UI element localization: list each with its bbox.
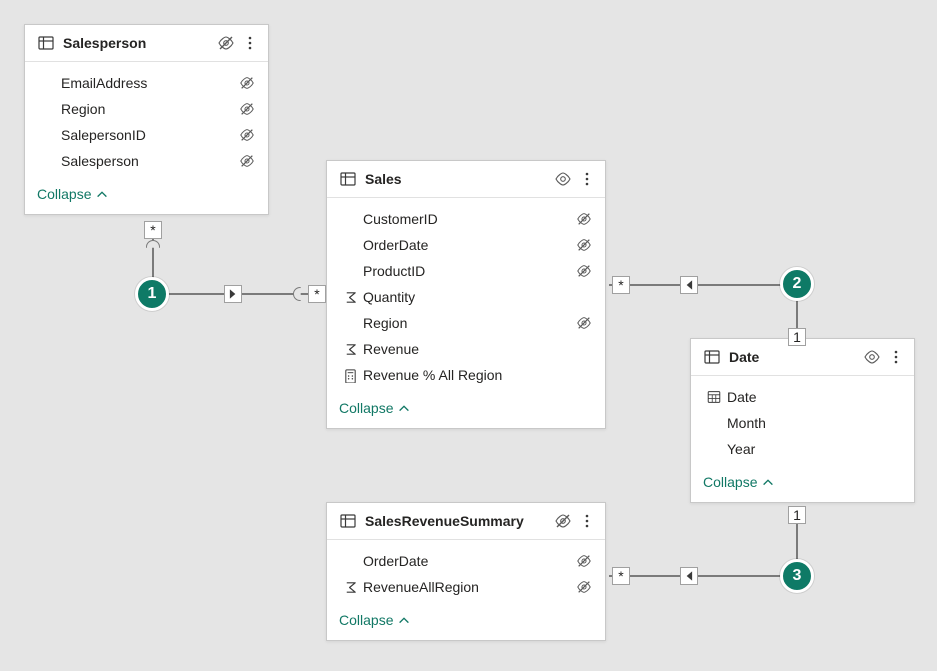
cardinality-one: 1 — [788, 506, 806, 524]
chevron-up-icon — [397, 613, 411, 627]
sigma-icon — [339, 580, 361, 595]
filter-direction-icon[interactable] — [680, 276, 698, 294]
field-name: Date — [725, 389, 882, 405]
field-name: OrderDate — [361, 553, 573, 569]
table-field[interactable]: OrderDate — [339, 548, 595, 574]
field-name: SalepersonID — [59, 127, 236, 143]
cardinality-star: * — [144, 221, 162, 239]
field-name: Revenue % All Region — [361, 367, 573, 383]
table-title: Sales — [365, 171, 547, 187]
rel-line[interactable] — [609, 284, 797, 286]
table-field[interactable]: OrderDate — [339, 232, 595, 258]
hidden-icon[interactable] — [236, 127, 258, 143]
table-field-list: OrderDate RevenueAllRegion — [327, 540, 605, 604]
hidden-icon[interactable] — [216, 33, 236, 53]
field-name: RevenueAllRegion — [361, 579, 573, 595]
hidden-icon[interactable] — [573, 263, 595, 279]
table-field[interactable]: RevenueAllRegion — [339, 574, 595, 600]
hidden-icon[interactable] — [236, 153, 258, 169]
table-field[interactable]: EmailAddress — [37, 70, 258, 96]
hidden-icon[interactable] — [573, 211, 595, 227]
table-icon — [37, 34, 55, 52]
hidden-icon[interactable] — [573, 237, 595, 253]
table-field[interactable]: Month — [703, 410, 904, 436]
field-name: Year — [725, 441, 882, 457]
hidden-icon[interactable] — [573, 315, 595, 331]
more-options-icon[interactable] — [579, 169, 595, 189]
collapse-button[interactable]: Collapse — [327, 604, 605, 640]
sigma-icon — [339, 342, 361, 357]
table-title: Salesperson — [63, 35, 210, 51]
date-hierarchy-icon — [703, 389, 725, 405]
table-icon — [703, 348, 721, 366]
field-name: CustomerID — [361, 211, 573, 227]
table-card-salesperson[interactable]: Salesperson EmailAddress Region Salepers… — [24, 24, 269, 215]
table-field[interactable]: Salesperson — [37, 148, 258, 174]
chevron-up-icon — [761, 475, 775, 489]
table-field[interactable]: Date — [703, 384, 904, 410]
chevron-up-icon — [397, 401, 411, 415]
table-field[interactable]: Region — [37, 96, 258, 122]
collapse-button[interactable]: Collapse — [691, 466, 914, 502]
table-header[interactable]: Salesperson — [25, 25, 268, 62]
table-field[interactable]: Region — [339, 310, 595, 336]
field-name: Quantity — [361, 289, 573, 305]
more-options-icon[interactable] — [888, 347, 904, 367]
more-options-icon[interactable] — [242, 33, 258, 53]
hidden-icon[interactable] — [236, 101, 258, 117]
hidden-icon[interactable] — [573, 553, 595, 569]
table-field[interactable]: ProductID — [339, 258, 595, 284]
table-title: Date — [729, 349, 856, 365]
field-name: OrderDate — [361, 237, 573, 253]
cardinality-one: 1 — [788, 328, 806, 346]
hidden-icon[interactable] — [553, 511, 573, 531]
cardinality-star: * — [612, 567, 630, 585]
table-card-date[interactable]: Date Date Month Year Collapse — [690, 338, 915, 503]
table-field[interactable]: Revenue % All Region — [339, 362, 595, 388]
filter-direction-icon[interactable] — [680, 567, 698, 585]
table-field[interactable]: Quantity — [339, 284, 595, 310]
sigma-icon — [339, 290, 361, 305]
table-header[interactable]: Sales — [327, 161, 605, 198]
field-name: Region — [361, 315, 573, 331]
table-field-list: EmailAddress Region SalepersonID Salespe… — [25, 62, 268, 178]
field-name: EmailAddress — [59, 75, 236, 91]
collapse-button[interactable]: Collapse — [327, 392, 605, 428]
table-field[interactable]: SalepersonID — [37, 122, 258, 148]
calculator-icon — [339, 368, 361, 383]
table-header[interactable]: SalesRevenueSummary — [327, 503, 605, 540]
chevron-up-icon — [95, 187, 109, 201]
table-field[interactable]: Revenue — [339, 336, 595, 362]
hidden-icon[interactable] — [573, 579, 595, 595]
table-title: SalesRevenueSummary — [365, 513, 547, 529]
cardinality-star: * — [612, 276, 630, 294]
annotation-badge-3: 3 — [780, 559, 814, 593]
field-name: Salesperson — [59, 153, 236, 169]
diagram-canvas[interactable]: * * * 1 * 1 Salesperson EmailAddress Reg… — [0, 0, 937, 671]
rel-line[interactable] — [609, 575, 797, 577]
table-card-salesrevenuesummary[interactable]: SalesRevenueSummary OrderDate RevenueAll… — [326, 502, 606, 641]
table-field[interactable]: CustomerID — [339, 206, 595, 232]
table-field-list: Date Month Year — [691, 376, 914, 466]
annotation-badge-2: 2 — [780, 267, 814, 301]
table-icon — [339, 170, 357, 188]
more-options-icon[interactable] — [579, 511, 595, 531]
table-field[interactable]: Year — [703, 436, 904, 462]
cardinality-star: * — [308, 285, 326, 303]
field-name: Region — [59, 101, 236, 117]
field-name: Revenue — [361, 341, 573, 357]
table-field-list: CustomerID OrderDate ProductID Quantity … — [327, 198, 605, 392]
table-card-sales[interactable]: Sales CustomerID OrderDate ProductID Qua… — [326, 160, 606, 429]
visible-icon[interactable] — [862, 347, 882, 367]
collapse-button[interactable]: Collapse — [25, 178, 268, 214]
hidden-icon[interactable] — [236, 75, 258, 91]
field-name: ProductID — [361, 263, 573, 279]
visible-icon[interactable] — [553, 169, 573, 189]
field-name: Month — [725, 415, 882, 431]
annotation-badge-1: 1 — [135, 277, 169, 311]
filter-direction-icon[interactable] — [224, 285, 242, 303]
table-icon — [339, 512, 357, 530]
